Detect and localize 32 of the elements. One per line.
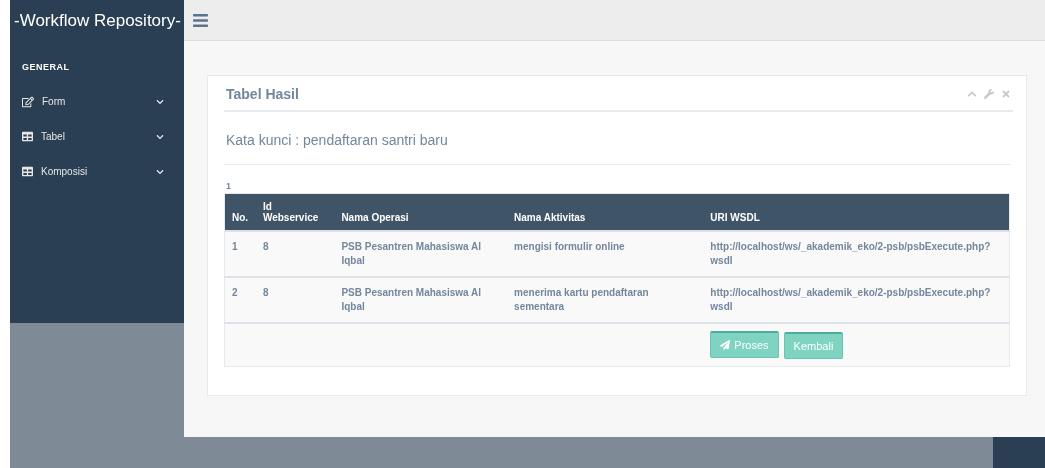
column-header: No. bbox=[224, 193, 256, 231]
chevron-down-icon bbox=[156, 132, 164, 141]
panel-title: Tabel Hasil bbox=[226, 86, 299, 102]
table-cell: http://localhost/ws/_akademik_eko/2-psb/psbExecute.php?wsdl bbox=[703, 277, 1010, 323]
wrench-icon[interactable] bbox=[984, 89, 994, 99]
edit-icon bbox=[22, 95, 34, 108]
corner-panel bbox=[993, 437, 1045, 468]
close-icon[interactable] bbox=[1001, 89, 1011, 99]
table-cell: mengisi formulir online bbox=[507, 231, 704, 277]
chevron-down-icon bbox=[156, 167, 164, 176]
table-icon bbox=[22, 131, 33, 142]
app-title: -Workflow Repository- bbox=[13, 10, 182, 32]
send-icon bbox=[720, 340, 731, 350]
keyword-text: Kata kunci : pendaftaran santri baru bbox=[224, 112, 1010, 165]
table-cell: PSB Pesantren Mahasiswa Al Iqbal bbox=[334, 231, 508, 277]
table-cell: 8 bbox=[255, 277, 335, 323]
collapse-icon[interactable] bbox=[967, 89, 977, 99]
chevron-down-icon bbox=[156, 97, 164, 106]
column-header: URI WSDL bbox=[703, 193, 1010, 231]
menu-icon[interactable] bbox=[192, 11, 209, 29]
column-header: Id Webservice bbox=[255, 193, 335, 231]
table-cell: 2 bbox=[224, 277, 256, 323]
table-cell: 8 bbox=[255, 231, 335, 277]
table-cell: menerima kartu pendaftaran sementara bbox=[507, 277, 704, 323]
column-header: Nama Aktivitas bbox=[507, 193, 704, 231]
table-cell: PSB Pesantren Mahasiswa Al Iqbal bbox=[334, 277, 508, 323]
table-cell: 1 bbox=[224, 231, 256, 277]
table-icon bbox=[22, 166, 33, 177]
page-number: 1 bbox=[226, 181, 232, 191]
table-cell: http://localhost/ws/_akademik_eko/2-psb/psbExecute.php?wsdl bbox=[703, 231, 1010, 277]
sidebar-section: GENERAL bbox=[22, 62, 184, 72]
column-header: Nama Operasi bbox=[334, 193, 508, 231]
